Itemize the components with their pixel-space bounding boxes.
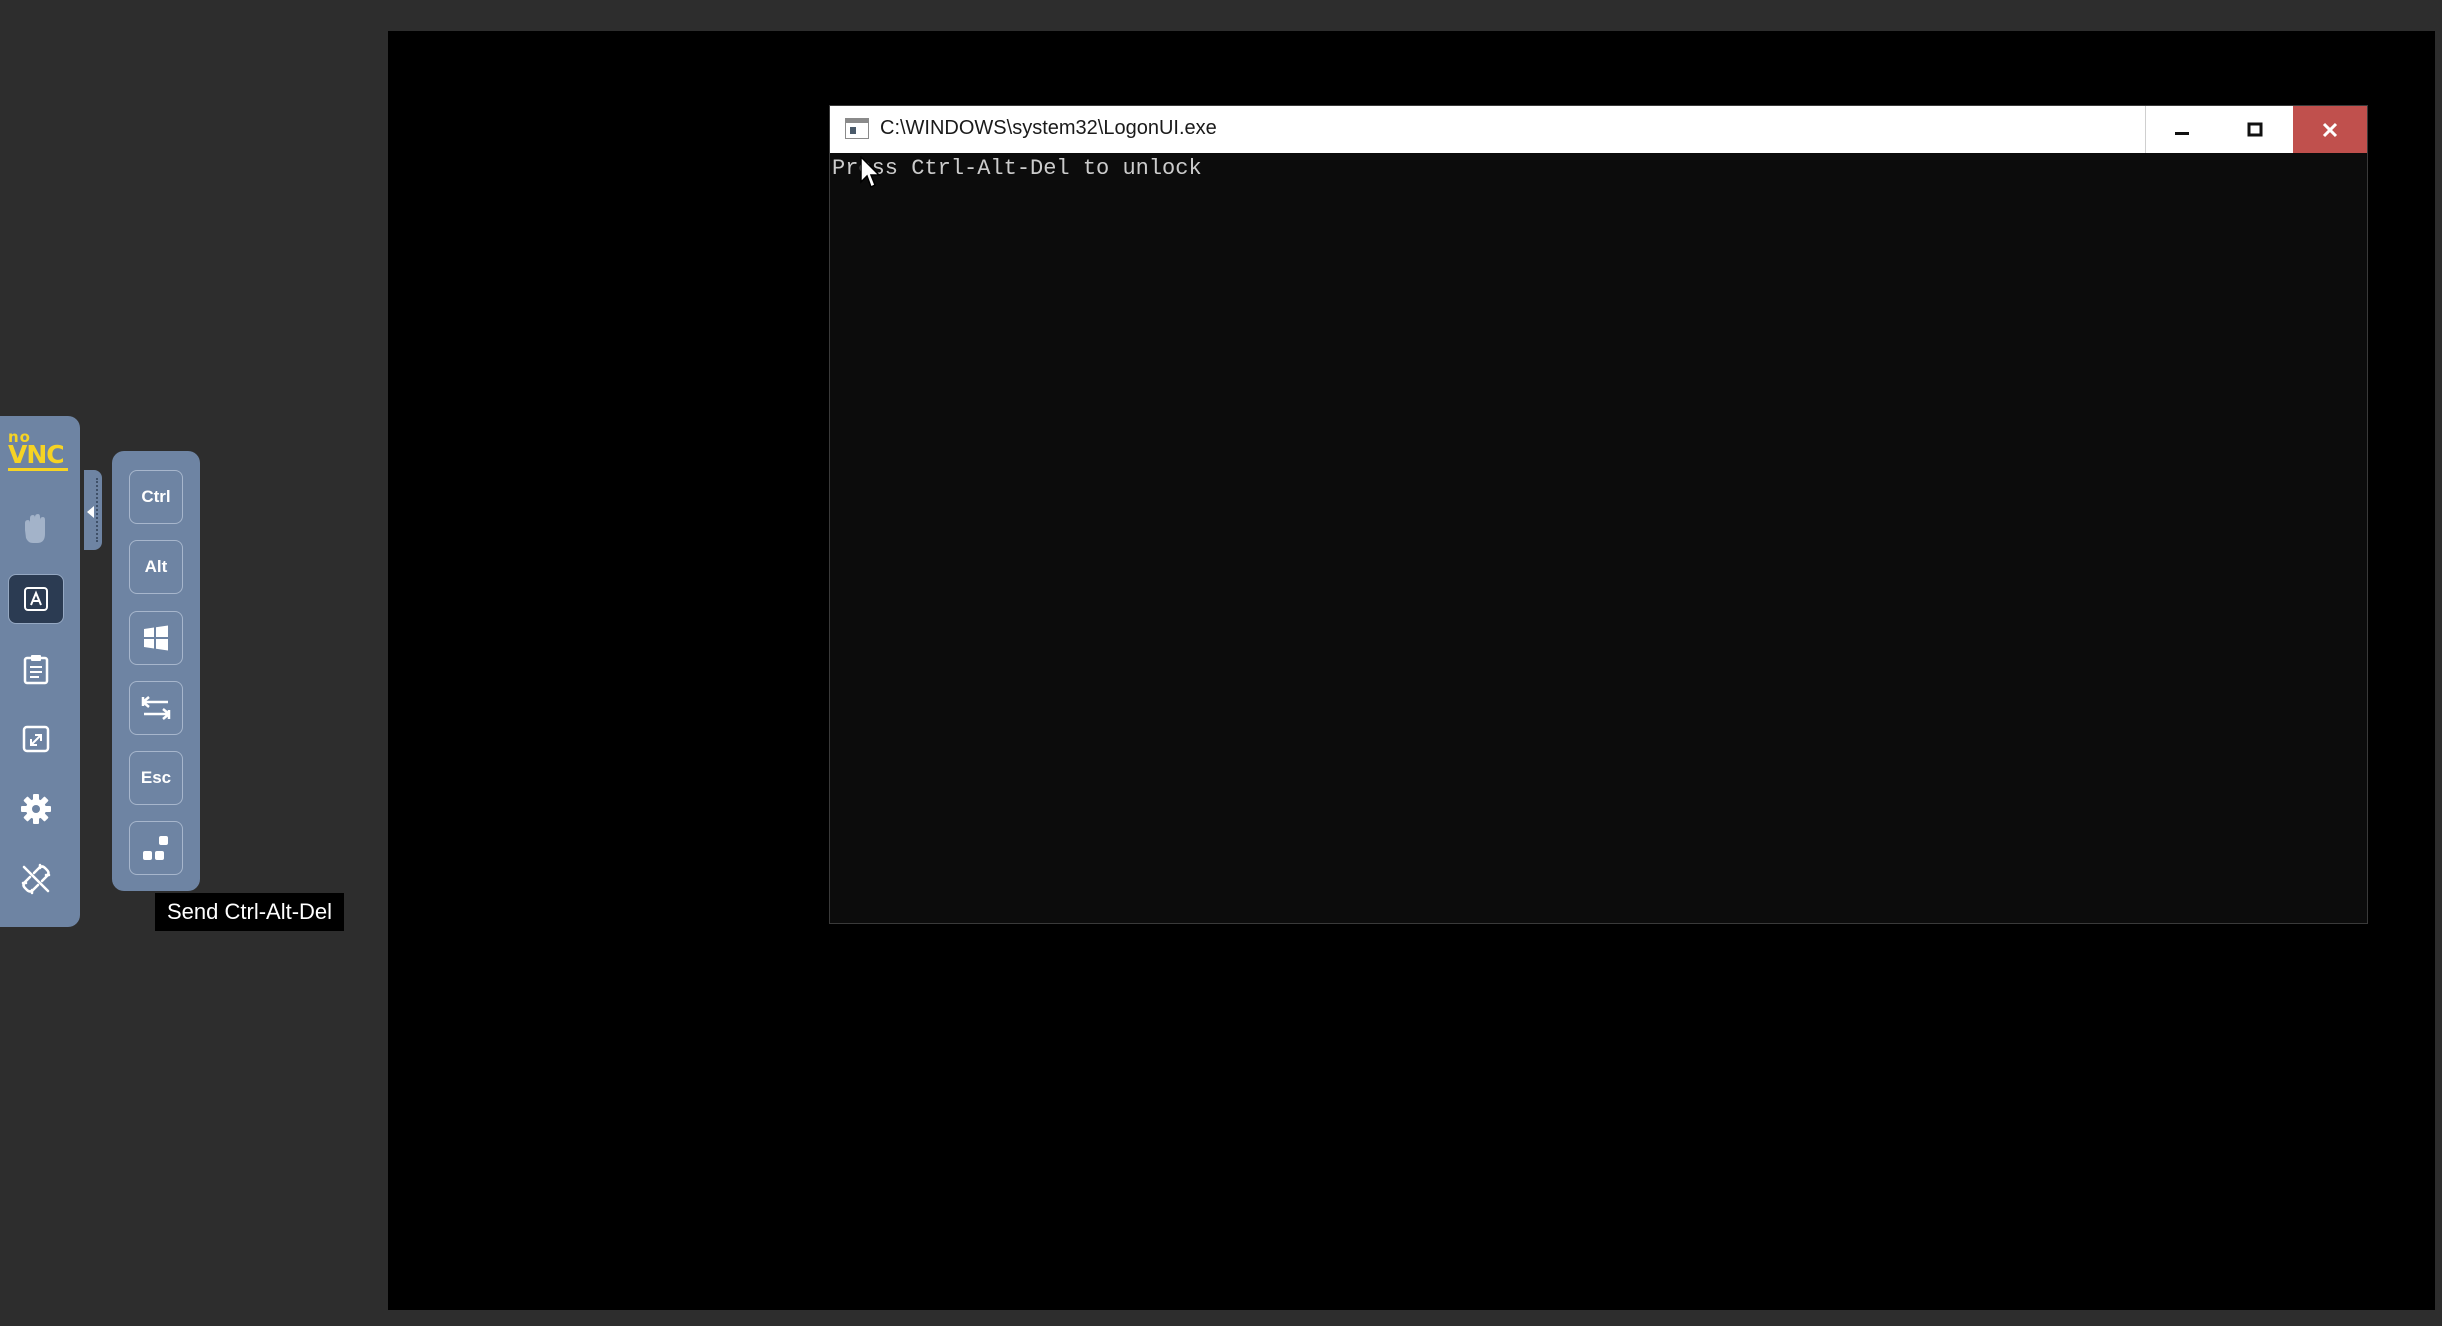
alt-key-button[interactable]: Alt — [129, 540, 183, 594]
keyboard-button[interactable] — [8, 574, 64, 624]
console-app-icon — [845, 118, 869, 139]
close-icon — [2322, 122, 2338, 137]
windows-key-button[interactable] — [129, 611, 183, 665]
tab-icon — [141, 696, 171, 720]
grip-dots-icon — [96, 478, 100, 542]
ctrl-alt-del-button[interactable] — [129, 821, 183, 875]
fullscreen-icon — [22, 725, 50, 753]
control-bar-handle[interactable] — [84, 470, 102, 550]
window-title: C:\WINDOWS\system32\LogonUI.exe — [880, 117, 1217, 139]
console-output: Press Ctrl-Alt-Del to unlock — [832, 156, 1202, 181]
maximize-button[interactable] — [2219, 106, 2291, 153]
windows-icon — [144, 625, 168, 651]
logo-underline — [8, 468, 68, 471]
settings-button[interactable] — [8, 784, 64, 834]
mouse-cursor-icon — [860, 156, 881, 189]
close-button[interactable] — [2293, 106, 2367, 153]
novnc-control-bar: no VNC — [0, 416, 80, 927]
minimize-button[interactable] — [2145, 106, 2217, 153]
ctrl-key-button[interactable]: Ctrl — [129, 470, 183, 524]
ctrl-alt-del-icon — [143, 836, 168, 860]
hand-icon — [25, 514, 45, 543]
window-titlebar[interactable]: C:\WINDOWS\system32\LogonUI.exe — [830, 106, 2367, 153]
clipboard-button[interactable] — [8, 644, 64, 694]
novnc-logo: no VNC — [6, 430, 72, 471]
gear-icon — [21, 794, 51, 824]
drag-viewport-button[interactable] — [8, 504, 64, 554]
extra-keys-panel: Ctrl Alt Esc — [112, 451, 200, 891]
collapse-arrow-icon — [87, 506, 94, 518]
logo-text-vnc: VNC — [8, 440, 65, 469]
maximize-icon — [2247, 122, 2263, 136]
esc-key-button[interactable]: Esc — [129, 751, 183, 805]
logonui-console-window[interactable]: C:\WINDOWS\system32\LogonUI.exe Press Ct… — [829, 105, 2368, 924]
disconnect-icon — [21, 863, 51, 895]
fullscreen-button[interactable] — [8, 714, 64, 764]
clipboard-icon — [23, 655, 49, 685]
tab-key-button[interactable] — [129, 681, 183, 735]
send-ctrl-alt-del-tooltip: Send Ctrl-Alt-Del — [155, 893, 345, 931]
keyboard-icon — [24, 587, 48, 611]
remote-desktop-screen[interactable]: C:\WINDOWS\system32\LogonUI.exe Press Ct… — [388, 31, 2435, 1310]
disconnect-button[interactable] — [8, 854, 64, 904]
minimize-icon — [2174, 131, 2189, 135]
